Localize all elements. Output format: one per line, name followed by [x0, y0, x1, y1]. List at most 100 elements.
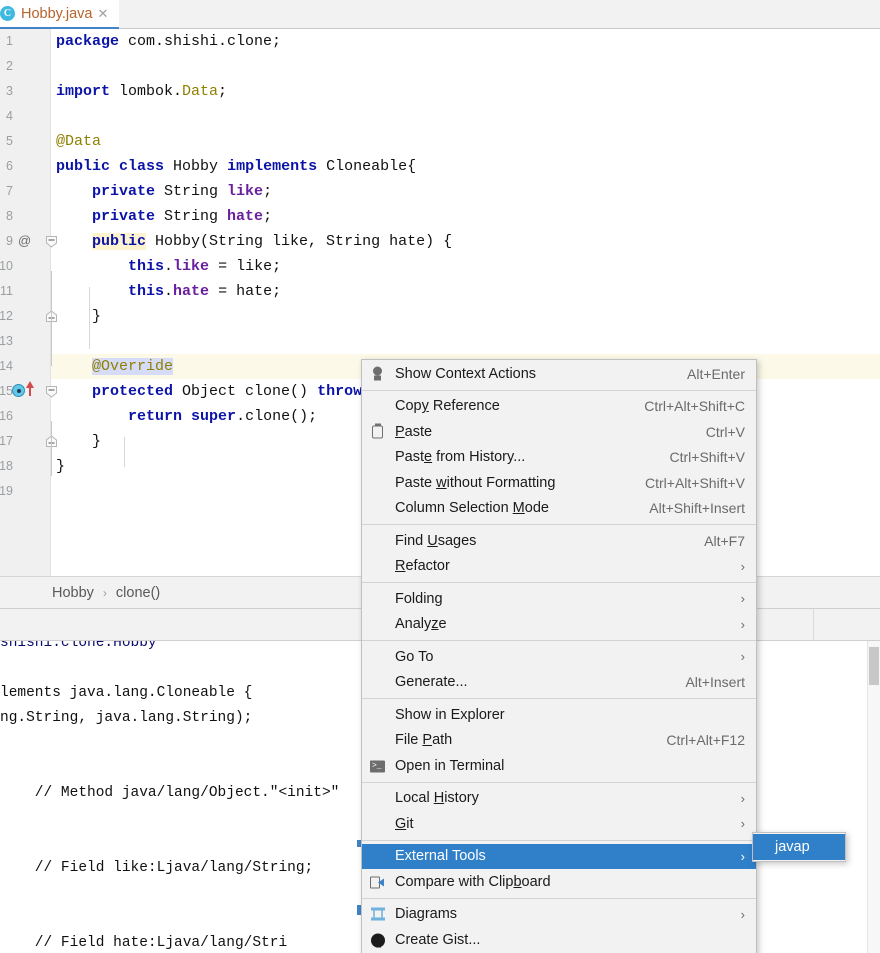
line-number: 17	[0, 434, 13, 448]
java-class-icon: C	[0, 6, 15, 21]
code-line[interactable]	[51, 479, 56, 504]
chevron-right-icon: ›	[740, 816, 745, 832]
code-line[interactable]: this.like = like;	[51, 254, 281, 279]
menu-item-paste-from-history[interactable]: Paste from History... Ctrl+Shift+V	[362, 445, 756, 471]
code-token: import	[56, 83, 111, 100]
code-line[interactable]: this.hate = hate;	[51, 279, 281, 304]
terminal-icon: >_	[369, 757, 386, 774]
lightbulb-icon	[369, 365, 386, 382]
line-number: 12	[0, 309, 13, 323]
code-token: Hobby	[164, 158, 228, 175]
menu-item-file-path[interactable]: File Path Ctrl+Alt+F12	[362, 728, 756, 754]
menu-item-column-selection-mode[interactable]: Column Selection Mode Alt+Shift+Insert	[362, 496, 756, 522]
code-line[interactable]: public Hobby(String like, String hate) {	[51, 229, 452, 254]
menu-item-copy-reference[interactable]: Copy Reference Ctrl+Alt+Shift+C	[362, 394, 756, 420]
menu-item-shortcut: Ctrl+Shift+V	[669, 449, 745, 466]
code-line[interactable]: return super.clone();	[51, 404, 317, 429]
editor-tab-strip: C Hobby.java ✕	[0, 0, 880, 29]
menu-item-label: Local History	[395, 790, 479, 807]
menu-item-generate[interactable]: Generate... Alt+Insert	[362, 670, 756, 696]
code-line[interactable]: private String hate;	[51, 204, 272, 229]
code-line[interactable]: @Override	[51, 354, 174, 379]
menu-item-show-in-explorer[interactable]: Show in Explorer	[362, 702, 756, 728]
line-number: 13	[0, 334, 13, 348]
menu-item-open-in-terminal[interactable]: >_ Open in Terminal	[362, 753, 756, 779]
menu-item-git[interactable]: Git ›	[362, 811, 756, 837]
menu-item-label: Open in Terminal	[395, 757, 505, 774]
menu-item-label: Find Usages	[395, 532, 477, 549]
gutter-line-number: 18	[0, 454, 51, 479]
chevron-right-icon: ›	[740, 591, 745, 607]
code-line[interactable]	[51, 104, 56, 129]
gutter-line-number: 9 @	[0, 229, 51, 254]
console-output-line: ng.String, java.lang.String);	[0, 710, 253, 726]
menu-item-analyze[interactable]: Analyze ›	[362, 612, 756, 638]
line-number: 4	[6, 109, 13, 123]
chevron-right-icon: ›	[740, 558, 745, 574]
editor-gutter[interactable]: 1 2 3 4 5 6 7 8 9 @10 11 12 13 14 15 16 17 18 19	[0, 29, 57, 576]
chevron-right-icon: ›	[740, 906, 745, 922]
code-token: lombok.	[110, 83, 183, 100]
menu-item-external-tools[interactable]: External Tools ›	[362, 843, 756, 869]
menu-item-paste-without-formatting[interactable]: Paste without Formatting Ctrl+Alt+Shift+V	[362, 470, 756, 496]
console-vertical-scrollbar[interactable]	[867, 641, 880, 953]
code-line[interactable]: @Data	[51, 129, 101, 154]
code-token: ;	[218, 83, 228, 100]
line-number: 14	[0, 359, 13, 373]
menu-separator	[362, 698, 756, 699]
line-number: 10	[0, 259, 13, 273]
menu-item-refactor[interactable]: Refactor ›	[362, 554, 756, 580]
compare-clipboard-icon	[369, 873, 386, 890]
code-token: String	[155, 183, 228, 200]
close-icon[interactable]: ✕	[97, 7, 108, 20]
code-token: .	[164, 258, 174, 275]
menu-item-local-history[interactable]: Local History ›	[362, 786, 756, 812]
editor-tab-hobby-java[interactable]: C Hobby.java ✕	[0, 0, 119, 29]
menu-item-label: Copy Reference	[395, 398, 500, 415]
menu-item-create-gist[interactable]: Create Gist...	[362, 927, 756, 953]
code-line[interactable]: protected Object clone() throw	[51, 379, 362, 404]
scrollbar-thumb[interactable]	[869, 647, 879, 685]
code-line[interactable]: }	[51, 304, 101, 329]
code-token: com.shishi.clone;	[119, 33, 282, 50]
header-divider	[813, 609, 814, 641]
code-line[interactable]: public class Hobby implements Cloneable{	[51, 154, 416, 179]
console-output-line: lements java.lang.Cloneable {	[0, 685, 253, 701]
menu-item-find-usages[interactable]: Find Usages Alt+F7	[362, 528, 756, 554]
gutter-line-number: 17	[0, 429, 51, 454]
menu-item-folding[interactable]: Folding ›	[362, 586, 756, 612]
menu-item-show-context-actions[interactable]: Show Context Actions Alt+Enter	[362, 361, 756, 387]
submenu-item-javap[interactable]: javap	[753, 834, 845, 860]
annotation-gutter-icon[interactable]: @	[18, 233, 31, 248]
console-output-line: shishi.clone.Hobby	[0, 641, 157, 651]
menu-item-label: Paste	[395, 423, 433, 440]
menu-item-label: Refactor	[395, 558, 450, 575]
menu-item-shortcut: Ctrl+Alt+Shift+V	[645, 474, 745, 491]
code-line[interactable]	[51, 54, 56, 79]
overriding-method-icon[interactable]	[12, 384, 25, 397]
code-line[interactable]: private String like;	[51, 179, 272, 204]
breadcrumb-item[interactable]: Hobby	[52, 585, 94, 601]
line-number: 6	[6, 159, 13, 173]
menu-item-go-to[interactable]: Go To ›	[362, 644, 756, 670]
chevron-right-icon: ›	[740, 790, 745, 806]
external-tools-submenu[interactable]: javap	[752, 832, 846, 862]
code-line[interactable]: package com.shishi.clone;	[51, 29, 281, 54]
editor-context-menu[interactable]: Show Context Actions Alt+Enter Copy Refere…	[361, 359, 757, 953]
code-line[interactable]: import lombok.Data;	[51, 79, 227, 104]
code-line[interactable]: }	[51, 429, 101, 454]
line-number: 19	[0, 484, 13, 498]
code-line[interactable]	[51, 329, 56, 354]
code-token: Data	[182, 83, 219, 100]
line-number: 1	[6, 34, 13, 48]
menu-item-diagrams[interactable]: Diagrams ›	[362, 902, 756, 928]
menu-item-compare-with-clipboard[interactable]: Compare with Clipboard	[362, 869, 756, 895]
code-line[interactable]: }	[51, 454, 65, 479]
menu-item-paste[interactable]: Paste Ctrl+V	[362, 419, 756, 445]
code-token: public	[92, 233, 147, 250]
breadcrumb-item[interactable]: clone()	[116, 585, 160, 601]
